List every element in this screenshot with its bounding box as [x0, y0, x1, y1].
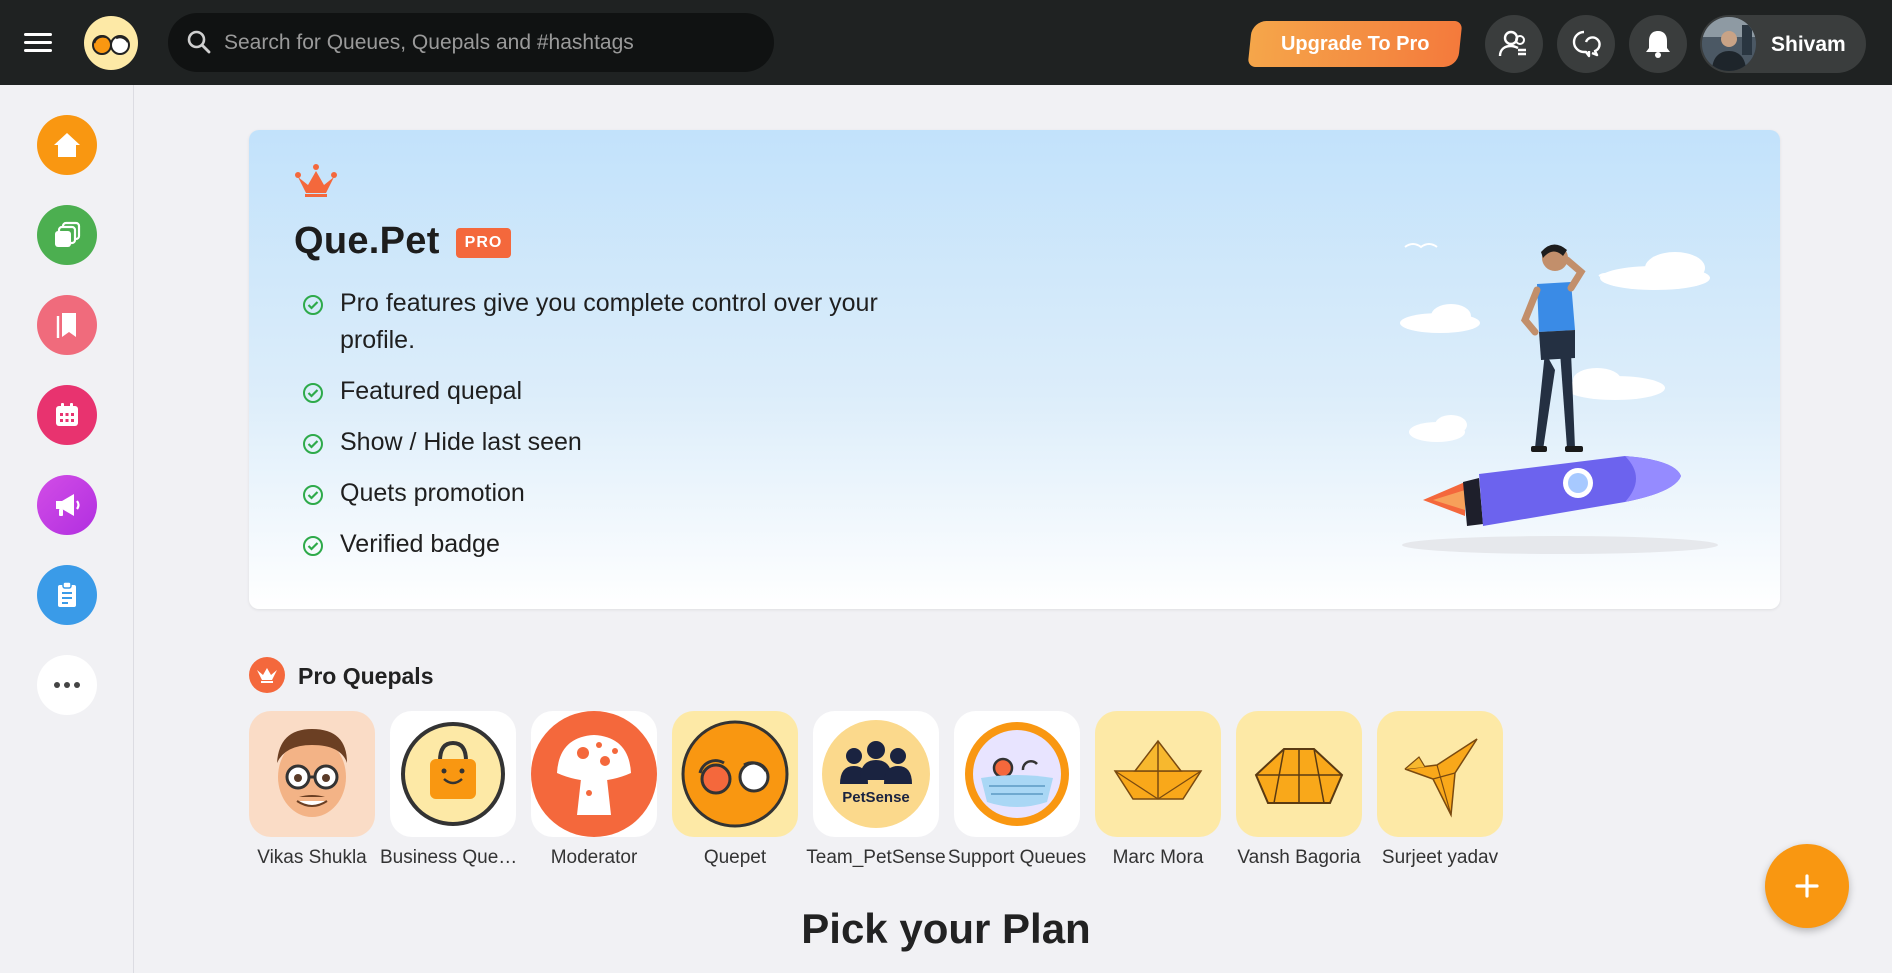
more-icon: [54, 682, 80, 688]
quepal-name: Vansh Bagoria: [1237, 847, 1361, 868]
quepal-name: Team_PetSense: [806, 847, 946, 868]
create-post-button[interactable]: [1765, 844, 1849, 928]
sidebar-item-saved[interactable]: [37, 295, 97, 355]
quepal-card-team-petsense[interactable]: PetSense Team_PetSense: [806, 711, 946, 869]
check-circle-icon: [303, 434, 323, 454]
search-icon: [187, 30, 211, 54]
sidebar-item-announcements[interactable]: [37, 475, 97, 535]
search-bar: [168, 13, 774, 72]
plus-icon: [1795, 874, 1819, 898]
brand-title: Que.Pet: [294, 220, 440, 262]
upgrade-label: Upgrade To Pro: [1280, 32, 1430, 55]
pro-features-card: Que.Pet PRO Pro features give you comple…: [249, 130, 1780, 609]
avatar: [249, 711, 375, 837]
quepal-name: Marc Mora: [1112, 847, 1204, 868]
pro-badge: PRO: [456, 228, 511, 258]
petsense-logo-text: PetSense: [842, 789, 910, 806]
quepal-name: Support Queues: [947, 847, 1087, 868]
hamburger-menu-icon[interactable]: [24, 28, 58, 58]
user-name: Shivam: [1771, 33, 1846, 56]
avatar: [531, 711, 657, 837]
upgrade-to-pro-button[interactable]: Upgrade To Pro: [1247, 21, 1463, 67]
sidebar-item-events[interactable]: [37, 385, 97, 445]
avatar: [1236, 711, 1362, 837]
quepal-card-vikas-shukla[interactable]: Vikas Shukla: [249, 711, 375, 869]
avatar: [1702, 17, 1756, 71]
rocket-man-illustration: [1400, 243, 1718, 554]
feature-item: Featured quepal: [302, 373, 922, 410]
avatar: [672, 711, 798, 837]
chat-icon[interactable]: [1557, 15, 1615, 73]
avatar: [954, 711, 1080, 837]
feature-item: Pro features give you complete control o…: [302, 285, 922, 359]
feature-item: Quets promotion: [302, 475, 922, 512]
quepals-icon[interactable]: [1485, 15, 1543, 73]
check-circle-icon: [303, 383, 323, 403]
layers-icon: [55, 221, 81, 247]
quepal-card-marc-mora[interactable]: Marc Mora: [1095, 711, 1221, 869]
feature-text: Show / Hide last seen: [340, 428, 582, 456]
feature-text: Pro features give you complete control o…: [340, 289, 878, 354]
sidebar-item-more[interactable]: [37, 655, 97, 715]
check-circle-icon: [303, 536, 323, 556]
quepal-name: Quepet: [703, 847, 767, 868]
sidebar-item-home[interactable]: [37, 115, 97, 175]
left-sidebar: [0, 85, 134, 973]
clipboard-icon: [58, 581, 76, 607]
sidebar-item-tasks[interactable]: [37, 565, 97, 625]
search-input[interactable]: [224, 25, 744, 60]
feature-text: Featured quepal: [340, 377, 523, 405]
bookmark-icon: [56, 313, 76, 338]
crown-icon: [249, 657, 285, 693]
check-circle-icon: [303, 295, 323, 315]
quepal-card-support-queues[interactable]: Support Queues: [948, 711, 1086, 869]
quepal-card-quepet[interactable]: Quepet: [672, 711, 798, 869]
quepal-card-moderator[interactable]: Moderator: [531, 711, 657, 869]
quepal-name: Surjeet yadav: [1381, 847, 1499, 868]
avatar: [1377, 711, 1503, 837]
avatar: [390, 711, 516, 837]
top-bar: Upgrade To Pro Shi: [0, 0, 1892, 85]
check-circle-icon: [303, 485, 323, 505]
calendar-icon: [56, 403, 78, 426]
quepal-name: Vikas Shukla: [257, 847, 367, 868]
pro-feature-list: Pro features give you complete control o…: [302, 285, 922, 577]
notification-bell-icon[interactable]: [1629, 15, 1687, 73]
quepal-name: Moderator: [550, 847, 638, 868]
quepal-card-surjeet-yadav[interactable]: Surjeet yadav: [1377, 711, 1503, 869]
home-icon: [54, 133, 80, 157]
avatar: [1095, 711, 1221, 837]
quepal-card-business-queues[interactable]: Business Queues: [380, 711, 526, 869]
feature-text: Verified badge: [340, 530, 500, 558]
feature-item: Show / Hide last seen: [302, 424, 922, 461]
quepal-card-vansh-bagoria[interactable]: Vansh Bagoria: [1236, 711, 1362, 869]
avatar: PetSense: [813, 711, 939, 837]
section-title: Pro Quepals: [298, 663, 434, 689]
feature-text: Quets promotion: [340, 479, 525, 507]
pick-plan-heading: Pick your Plan: [801, 905, 1091, 952]
feature-item: Verified badge: [302, 526, 922, 563]
quepal-name: Business Queues: [380, 847, 526, 868]
crown-icon: [295, 164, 337, 197]
sidebar-item-queues[interactable]: [37, 205, 97, 265]
megaphone-icon: [56, 494, 80, 516]
user-profile-button[interactable]: Shivam: [1700, 15, 1866, 73]
quepet-logo[interactable]: [84, 16, 138, 70]
